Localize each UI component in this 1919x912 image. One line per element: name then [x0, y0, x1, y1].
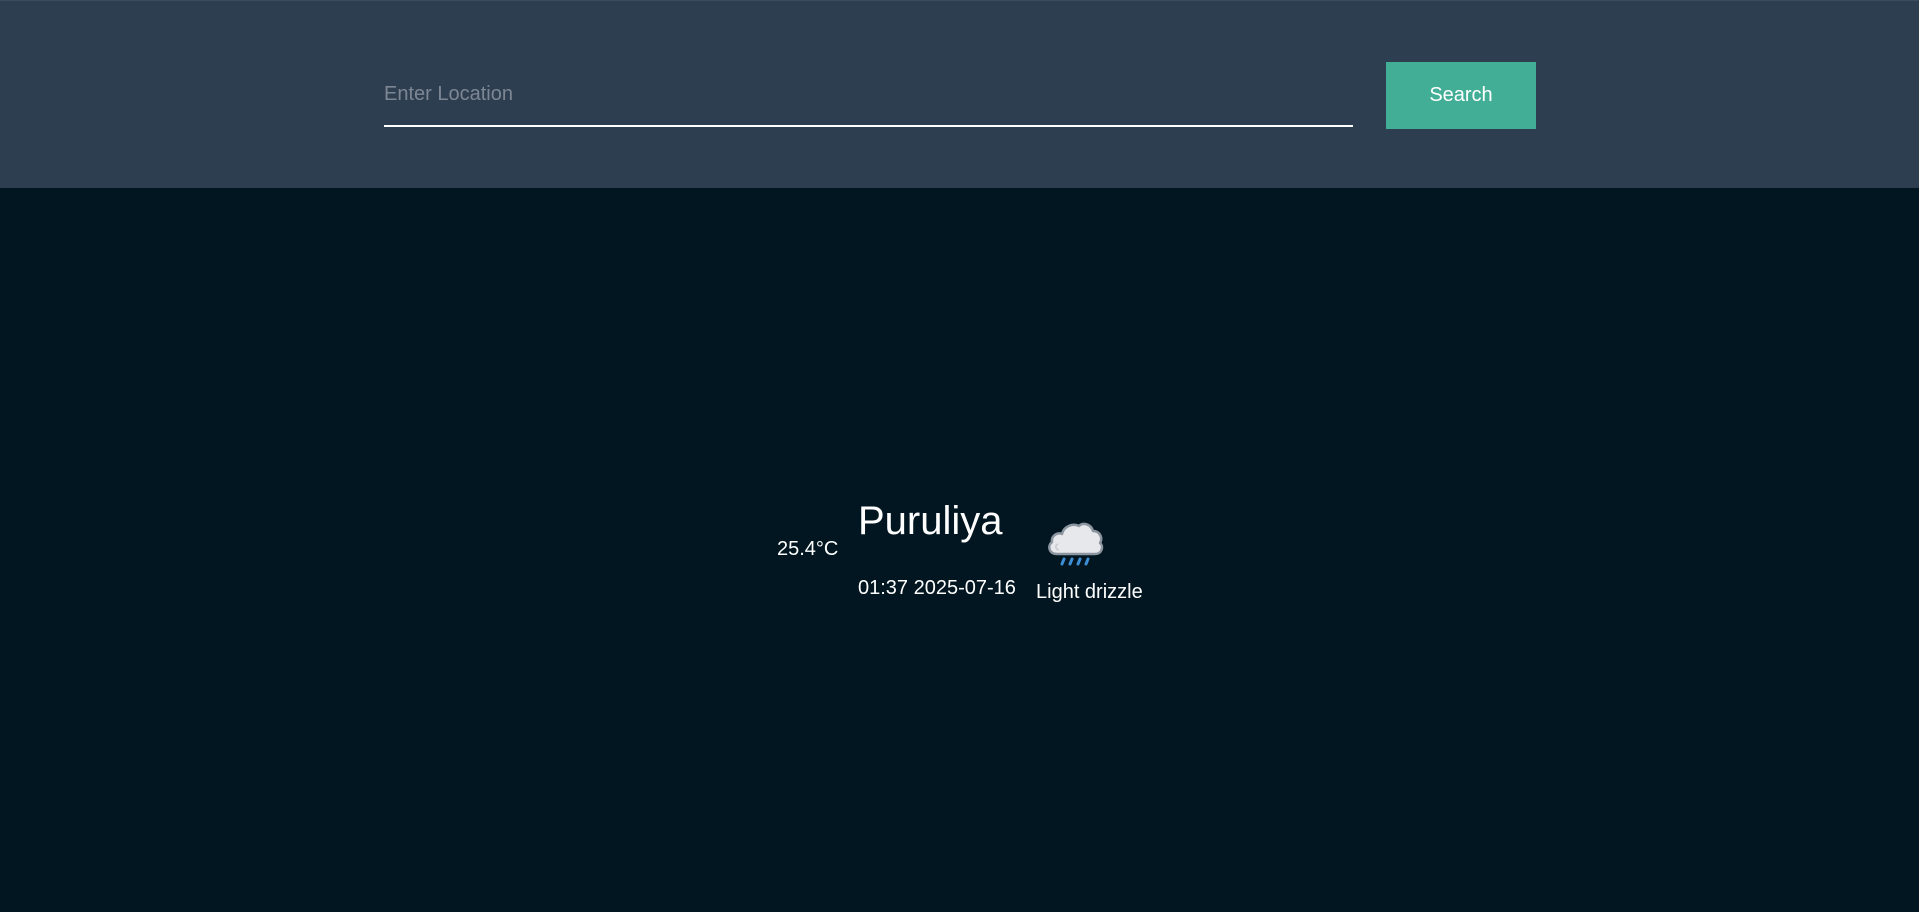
temperature-value: 25.4°C	[777, 538, 839, 560]
city-name: Puruliya	[858, 499, 1003, 543]
search-header: Search	[0, 0, 1919, 188]
weather-condition: Light drizzle	[1036, 581, 1143, 603]
cloud-drizzle-icon	[1048, 522, 1104, 566]
location-search-input[interactable]	[384, 63, 1353, 127]
weather-panel: 25.4°C Puruliya 01:37 2025-07-16 Light d…	[0, 188, 1919, 912]
search-button[interactable]: Search	[1386, 62, 1536, 129]
local-datetime: 01:37 2025-07-16	[858, 577, 1016, 599]
